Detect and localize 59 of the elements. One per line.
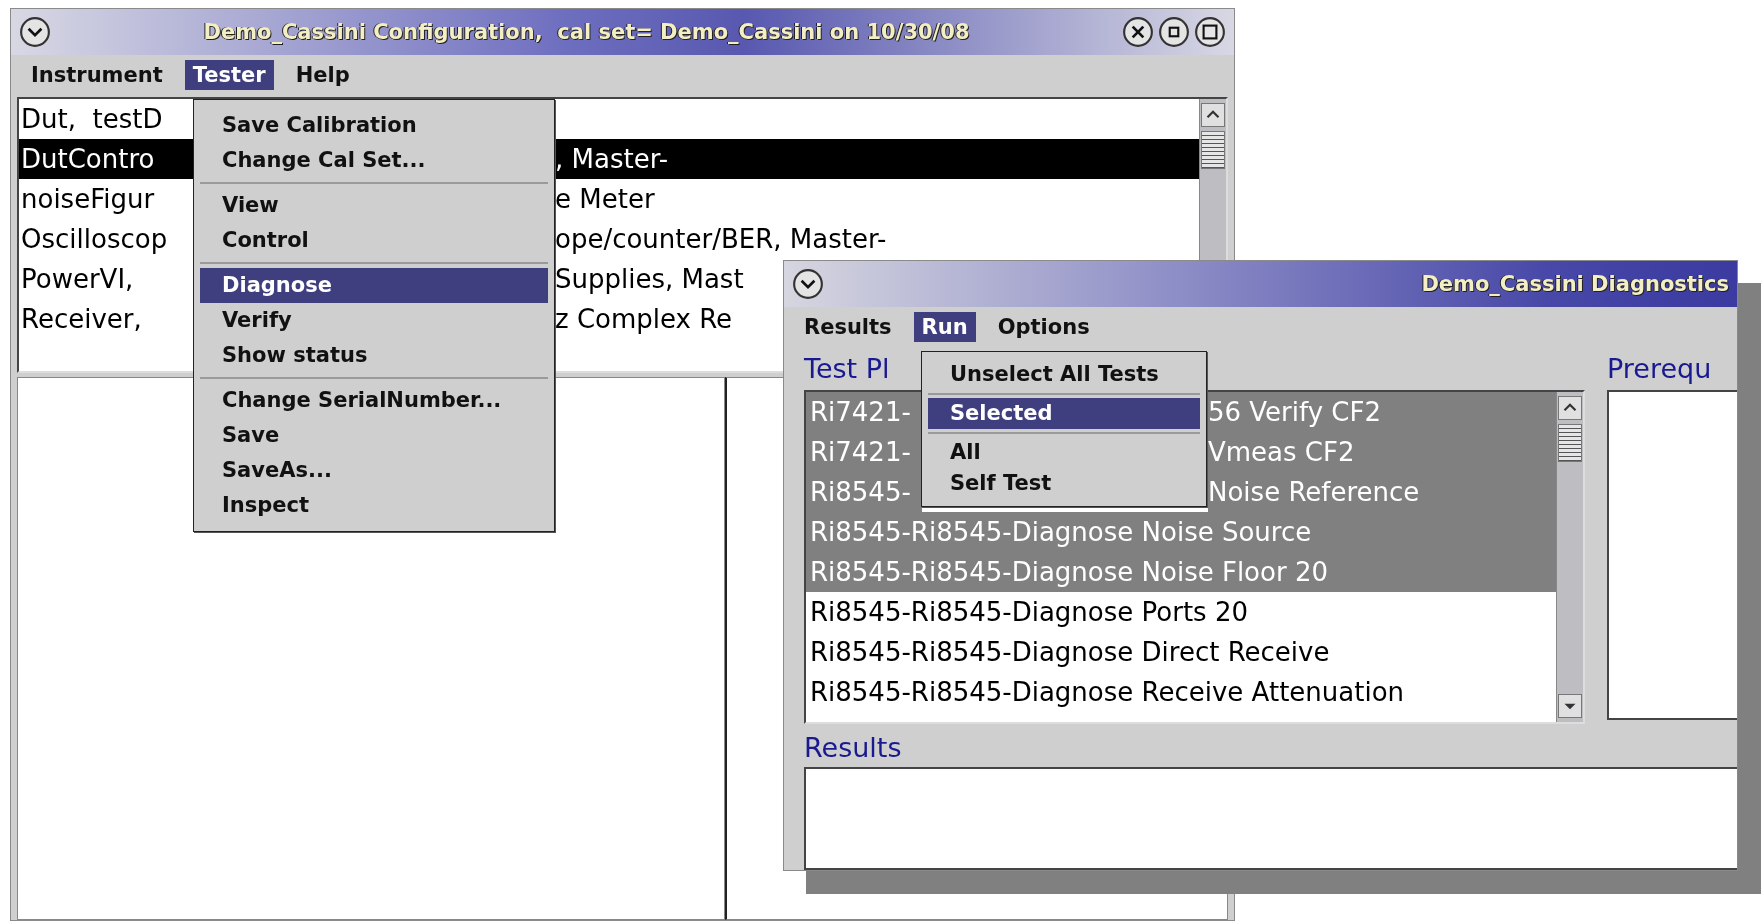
minimize-button[interactable] <box>1158 16 1190 48</box>
menu-item[interactable]: View <box>200 188 548 223</box>
menu-item[interactable]: Selected <box>928 398 1200 429</box>
menu-item[interactable]: Control <box>200 223 548 258</box>
list-row[interactable]: noiseFigur <box>19 179 193 219</box>
list-row[interactable]: Ri7421- <box>806 432 922 472</box>
list-row[interactable]: Supplies, Mast <box>555 259 744 299</box>
menu-item[interactable]: SaveAs... <box>200 453 548 488</box>
list-row[interactable]: Ri8545-Ri8545-Diagnose Receive Attenuation <box>806 672 1556 712</box>
menu-item[interactable]: Change Cal Set... <box>200 143 548 178</box>
menu-bar-item[interactable]: Options <box>989 312 1098 342</box>
close-button[interactable] <box>1122 16 1154 48</box>
list-row[interactable]: Ri7421- <box>806 392 922 432</box>
maximize-button[interactable] <box>1194 16 1226 48</box>
scrollbar[interactable] <box>1556 392 1583 722</box>
scroll-up-icon[interactable] <box>1558 396 1582 420</box>
menu-item[interactable]: Self Test <box>928 468 1200 499</box>
list-row[interactable]: , Master- <box>555 139 1199 179</box>
menu-item[interactable]: Save <box>200 418 548 453</box>
window-title: Demo_Cassini Diagnostics <box>1420 272 1729 296</box>
section-label: Test Pl <box>804 353 890 384</box>
menu-item[interactable]: All <box>928 437 1200 468</box>
menu-item[interactable]: Show status <box>200 338 548 373</box>
menu-item[interactable]: Verify <box>200 303 548 338</box>
menu-item[interactable]: Change SerialNumber... <box>200 383 548 418</box>
menu-item[interactable]: Save Calibration <box>200 108 548 143</box>
scroll-down-icon[interactable] <box>1558 694 1582 718</box>
list-row[interactable]: Ri8545-Ri8545-Diagnose Ports 20 <box>806 592 1556 632</box>
list-row[interactable]: Ri8545-Ri8545-Diagnose Noise Floor 20 <box>806 552 1556 592</box>
list-row[interactable]: 56 Verify CF2 <box>1208 392 1556 432</box>
menu-bar-item[interactable]: Instrument <box>23 60 171 90</box>
menu-bar-item[interactable]: Results <box>796 312 900 342</box>
section-label: Results <box>804 732 903 763</box>
list-row[interactable]: Ri8545-Ri8545-Diagnose Noise Source <box>806 512 1556 552</box>
list-row[interactable]: ope/counter/BER, Master- <box>555 219 887 259</box>
list-row[interactable]: Ri8545-Ri8545-Diagnose Direct Receive <box>806 632 1556 672</box>
menu-item[interactable]: Inspect <box>200 488 548 523</box>
list-row[interactable]: z Complex Re <box>555 299 733 339</box>
list-row[interactable]: Vmeas CF2 <box>1208 432 1556 472</box>
list-row[interactable]: Oscilloscop <box>19 219 193 259</box>
list-row[interactable]: Ri8545- <box>806 472 922 512</box>
list-row[interactable]: Dut, testD <box>19 99 193 139</box>
list-row[interactable]: e Meter <box>555 179 655 219</box>
collapse-button[interactable] <box>19 16 51 48</box>
menu-item[interactable]: Diagnose <box>200 268 548 303</box>
list-row[interactable]: Receiver, <box>19 299 193 339</box>
menu-item[interactable]: Unselect All Tests <box>928 359 1200 390</box>
collapse-button[interactable] <box>792 268 824 300</box>
menu-bar-item[interactable]: Help <box>287 60 358 90</box>
list-row[interactable]: Noise Reference <box>1208 472 1556 512</box>
list-row[interactable]: PowerVI, <box>19 259 193 299</box>
section-label: Prerequ <box>1607 353 1712 384</box>
scroll-thumb[interactable] <box>1201 131 1225 169</box>
list-row[interactable]: DutContro <box>19 139 193 179</box>
scroll-up-icon[interactable] <box>1201 103 1225 127</box>
scroll-thumb[interactable] <box>1558 424 1582 462</box>
menu-bar-item[interactable]: Run <box>913 312 976 342</box>
window-title: Demo_Cassini Configuration, cal set= Demo_Cassini on 10/30/08 <box>202 20 971 44</box>
menu-bar-item[interactable]: Tester <box>184 60 274 90</box>
